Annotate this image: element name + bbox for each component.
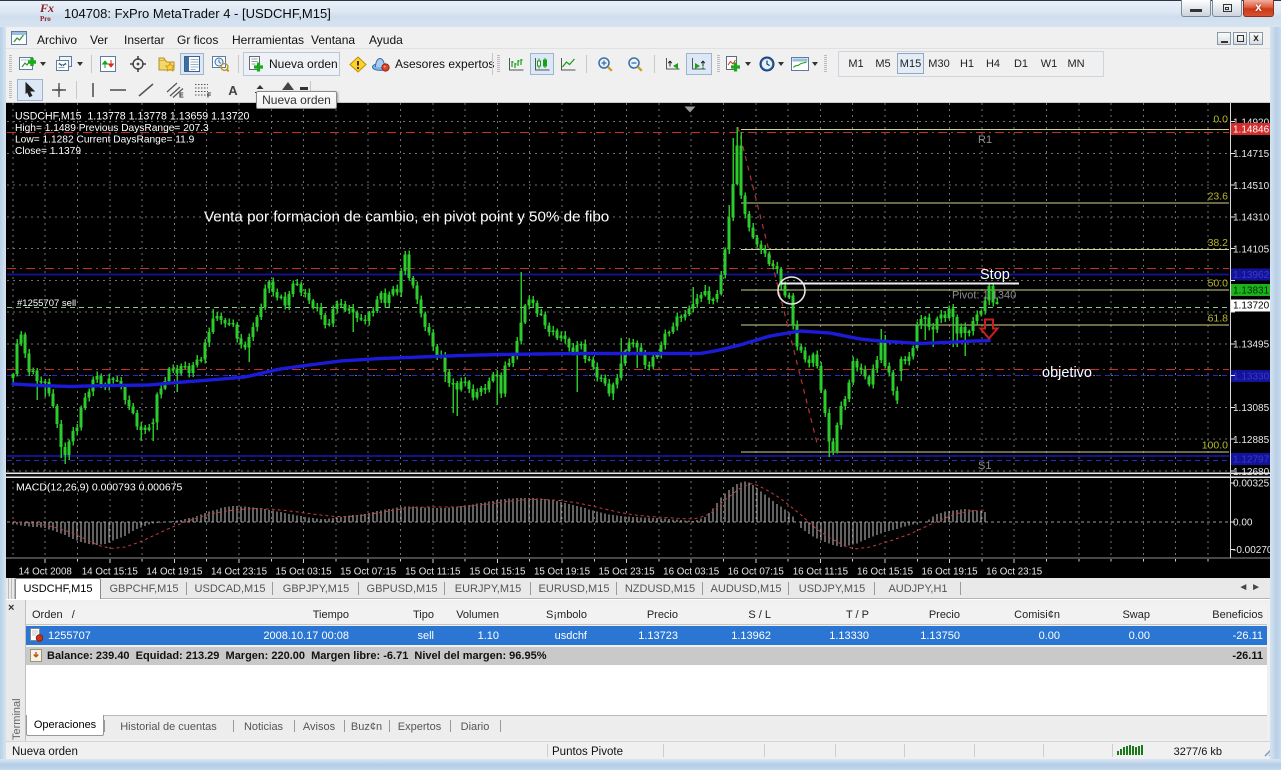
svg-text:15 Oct 23:15: 15 Oct 23:15 [599, 567, 656, 578]
svg-text:1.13495: 1.13495 [1233, 340, 1270, 351]
svg-text:Pivot: 1.1340: Pivot: 1.1340 [952, 290, 1016, 302]
svg-text:14 Oct 2008: 14 Oct 2008 [19, 567, 73, 578]
svg-text:F: F [207, 93, 212, 99]
svg-text:14 Oct 15:15: 14 Oct 15:15 [82, 567, 139, 578]
svg-text:38.2: 38.2 [1208, 237, 1229, 249]
svg-text:16 Oct 03:15: 16 Oct 03:15 [663, 567, 720, 578]
svg-text:16 Oct 23:15: 16 Oct 23:15 [986, 567, 1043, 578]
svg-text:Venta por formacion de cambio,: Venta por formacion de cambio, en pivot … [204, 209, 609, 226]
svg-text:#1255707 sell: #1255707 sell [17, 298, 76, 309]
svg-text:1.14105: 1.14105 [1233, 244, 1270, 255]
svg-text:14 Oct 19:15: 14 Oct 19:15 [146, 567, 203, 578]
svg-text:R1: R1 [978, 134, 992, 146]
svg-text:1.13720: 1.13720 [1233, 301, 1270, 312]
svg-text:-0.00270: -0.00270 [1233, 545, 1273, 556]
svg-text:100.0: 100.0 [1202, 440, 1228, 452]
svg-text:1.13330: 1.13330 [1233, 371, 1270, 382]
svg-text:1.12885: 1.12885 [1233, 435, 1270, 446]
svg-text:S1: S1 [978, 460, 991, 472]
svg-text:16 Oct 07:15: 16 Oct 07:15 [728, 567, 785, 578]
svg-text:1.13831: 1.13831 [1233, 285, 1270, 296]
svg-text:1.14715: 1.14715 [1233, 149, 1270, 160]
svg-text:USDCHF,M15 1.13778 1.13778 1.: USDCHF,M15 1.13778 1.13778 1.13659 1.137… [15, 111, 250, 123]
svg-text:High= 1.1489 Previous DaysRang: High= 1.1489 Previous DaysRange= 207.3 [15, 123, 209, 134]
svg-text:16 Oct 19:15: 16 Oct 19:15 [922, 567, 979, 578]
svg-text:0.0: 0.0 [1213, 114, 1228, 126]
svg-text:15 Oct 07:15: 15 Oct 07:15 [340, 567, 397, 578]
svg-text:16 Oct 15:15: 16 Oct 15:15 [857, 567, 914, 578]
svg-text:1.13962: 1.13962 [1233, 270, 1270, 281]
svg-text:14 Oct 23:15: 14 Oct 23:15 [211, 567, 268, 578]
svg-text:15 Oct 19:15: 15 Oct 19:15 [534, 567, 591, 578]
svg-text:MACD(12,26,9) 0.000793 0.00067: MACD(12,26,9) 0.000793 0.000675 [16, 482, 183, 494]
svg-text:61.8: 61.8 [1208, 313, 1229, 325]
svg-text:1.14310: 1.14310 [1233, 213, 1270, 224]
svg-text:0.00: 0.00 [1233, 517, 1253, 528]
svg-text:1.12680: 1.12680 [1233, 467, 1270, 478]
svg-text:15 Oct 15:15: 15 Oct 15:15 [469, 567, 526, 578]
svg-text:0.003251: 0.003251 [1233, 479, 1275, 490]
svg-text:1.12797: 1.12797 [1233, 454, 1270, 465]
svg-text:Close= 1.1379: Close= 1.1379 [15, 146, 81, 157]
svg-text:23.6: 23.6 [1208, 191, 1229, 203]
svg-text:50.0: 50.0 [1208, 278, 1229, 290]
svg-text:15 Oct 03:15: 15 Oct 03:15 [276, 567, 333, 578]
svg-text:1.13085: 1.13085 [1233, 403, 1270, 414]
svg-text:objetivo: objetivo [1042, 365, 1092, 381]
svg-text:1.14510: 1.14510 [1233, 181, 1270, 192]
svg-text:15 Oct 11:15: 15 Oct 11:15 [405, 567, 461, 578]
svg-text:E: E [179, 93, 184, 99]
svg-text:Low= 1.1282 Current DaysRange=: Low= 1.1282 Current DaysRange= 11.9 [15, 135, 195, 146]
svg-text:Stop: Stop [980, 267, 1010, 283]
svg-text:16 Oct 11:15: 16 Oct 11:15 [793, 567, 849, 578]
svg-text:1.14846: 1.14846 [1233, 124, 1270, 135]
